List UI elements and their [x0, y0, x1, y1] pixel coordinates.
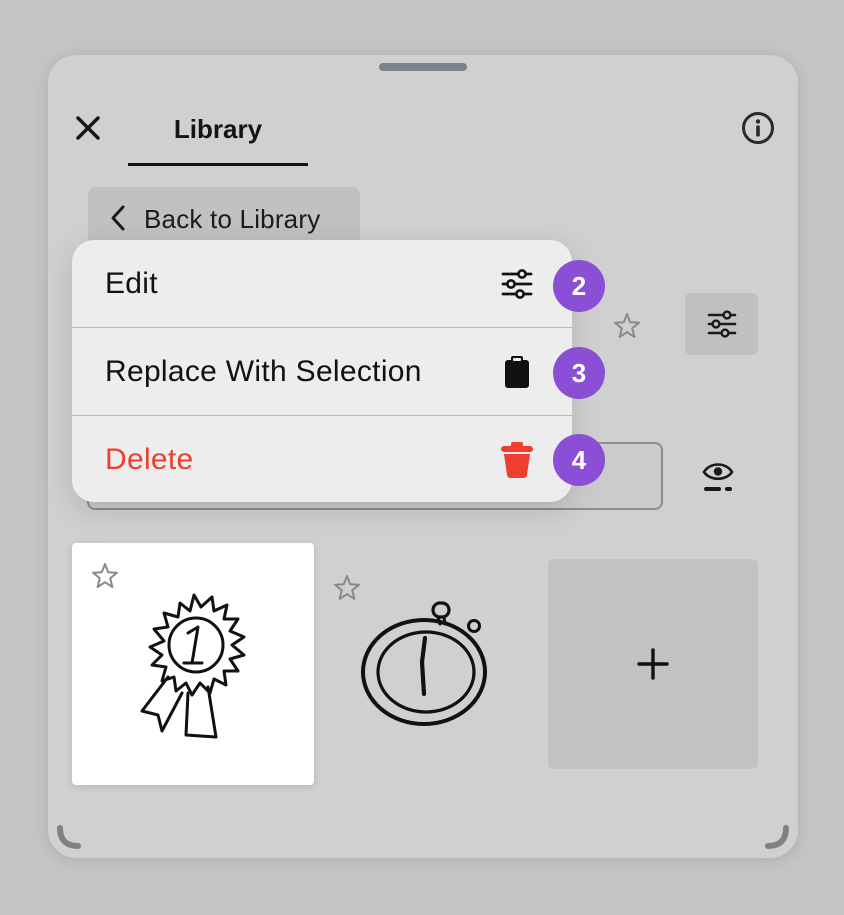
- info-button[interactable]: [739, 109, 777, 147]
- favorite-star-button[interactable]: [90, 561, 120, 596]
- back-to-library-label: Back to Library: [144, 204, 321, 234]
- resize-corner-bottom-left[interactable]: [56, 824, 84, 852]
- menu-item-label: Replace With Selection: [105, 354, 422, 388]
- close-icon: [76, 116, 100, 140]
- menu-item-replace-with-selection[interactable]: Replace With Selection: [72, 328, 572, 415]
- drag-handle[interactable]: [379, 63, 467, 71]
- resize-corner-bottom-right[interactable]: [762, 824, 790, 852]
- step-badge: 2: [553, 260, 605, 312]
- menu-item-delete[interactable]: Delete: [72, 416, 572, 502]
- stopwatch-icon: [361, 601, 487, 726]
- tab-library[interactable]: Library: [128, 108, 308, 166]
- sliders-icon: [707, 310, 736, 338]
- filter-settings-button[interactable]: [685, 293, 758, 355]
- menu-item-label: Edit: [105, 266, 158, 300]
- star-icon: [92, 563, 118, 588]
- screen: Library Back to Library Edit Replace Wit…: [0, 0, 844, 915]
- sliders-icon: [497, 264, 537, 304]
- trash-icon: [497, 440, 537, 480]
- chevron-left-icon: [111, 205, 125, 231]
- menu-item-label: Delete: [105, 442, 194, 476]
- ribbon-medal-icon: [140, 593, 246, 739]
- info-icon: [742, 112, 774, 144]
- visibility-toggle-button[interactable]: [697, 456, 739, 496]
- star-icon: [334, 575, 360, 600]
- star-icon: [614, 313, 640, 338]
- tab-library-label: Library: [173, 114, 263, 144]
- clipboard-icon: [497, 352, 537, 392]
- plus-icon: [637, 648, 669, 680]
- library-item-ribbon[interactable]: [72, 543, 314, 785]
- library-item-stopwatch[interactable]: [330, 570, 510, 740]
- favorite-star-button[interactable]: [612, 311, 642, 346]
- eye-icon: [702, 463, 734, 491]
- menu-item-edit[interactable]: Edit: [72, 240, 572, 327]
- close-button[interactable]: [70, 110, 106, 146]
- step-badge: 3: [553, 347, 605, 399]
- step-badge: 4: [553, 434, 605, 486]
- add-item-button[interactable]: [548, 559, 758, 769]
- context-menu: Edit Replace With Selection Delete: [72, 240, 572, 502]
